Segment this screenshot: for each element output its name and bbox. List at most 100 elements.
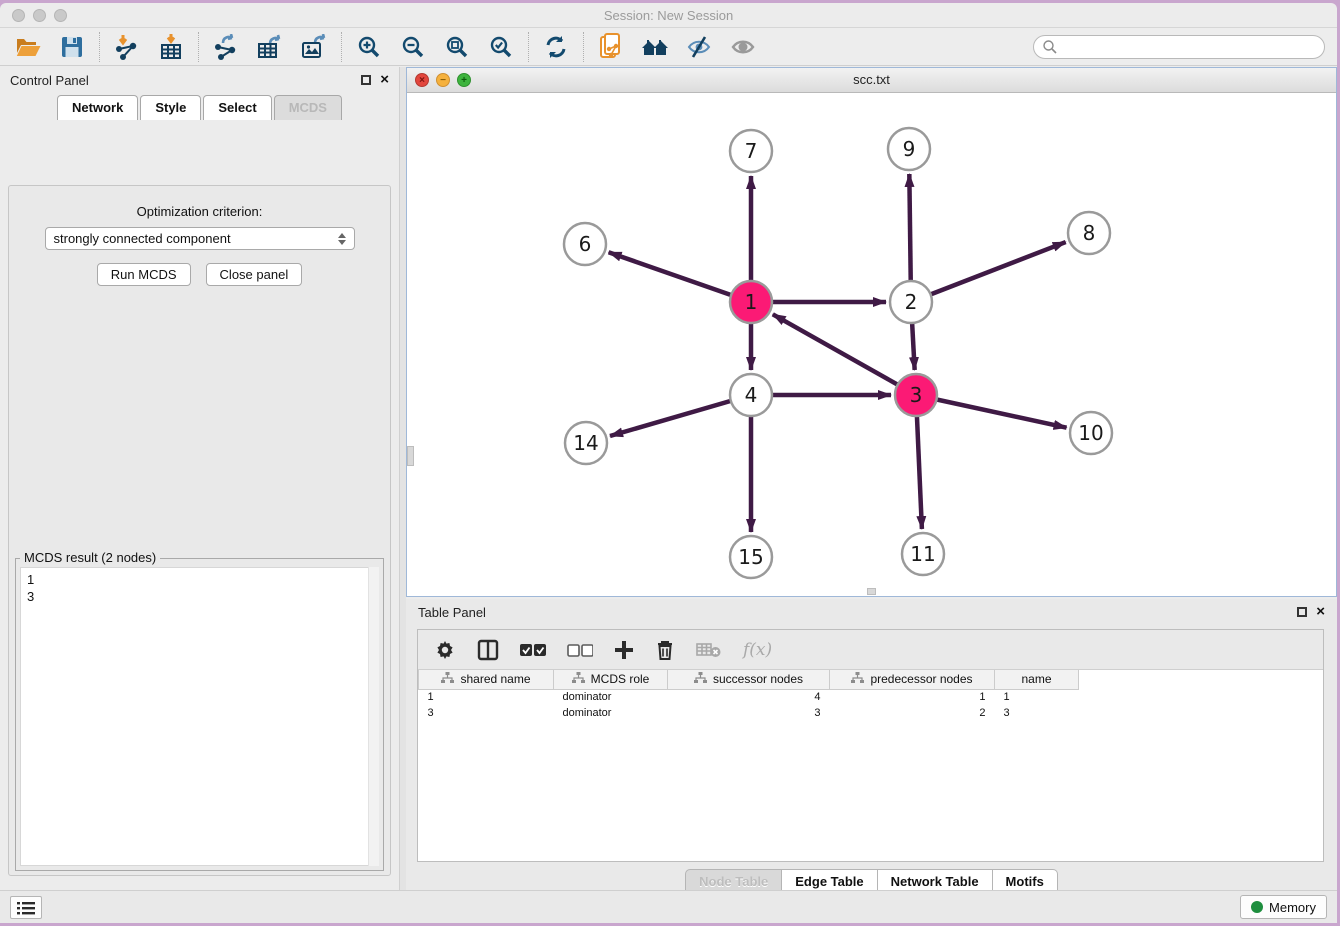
table-cell[interactable]: dominator (554, 689, 668, 705)
app-window: Session: New Session (0, 3, 1337, 923)
hide-selected-icon[interactable] (685, 34, 713, 60)
table-cell[interactable]: 1 (995, 689, 1079, 705)
network-maximize-button[interactable]: + (457, 73, 471, 87)
graph-edge-3-10[interactable] (916, 395, 1067, 428)
zoom-out-icon[interactable] (399, 34, 427, 60)
task-history-button[interactable] (10, 896, 42, 919)
table-cell[interactable]: 1 (419, 689, 554, 705)
graph-node-label: 8 (1083, 221, 1096, 245)
close-window-button[interactable] (12, 9, 25, 22)
minimize-window-button[interactable] (33, 9, 46, 22)
show-columns-icon[interactable] (477, 637, 499, 663)
list-icon (17, 901, 35, 915)
tab-select[interactable]: Select (203, 95, 271, 120)
splitter-grip-left[interactable] (407, 446, 414, 466)
network-canvas[interactable]: 1234678910111415 (407, 93, 1336, 596)
search-field[interactable] (1033, 35, 1325, 59)
window-controls (12, 9, 67, 22)
memory-button[interactable]: Memory (1240, 895, 1327, 919)
control-panel: Control Panel × Network Style Select MCD… (0, 67, 400, 890)
new-network-from-selection-icon[interactable] (597, 34, 625, 60)
show-all-icon[interactable] (729, 34, 757, 60)
table-cell[interactable]: 2 (830, 705, 995, 721)
refresh-layout-icon[interactable] (542, 34, 570, 60)
mcds-result-groupbox: MCDS result (2 nodes) 1 3 (15, 558, 384, 871)
tab-style[interactable]: Style (140, 95, 201, 120)
save-session-icon[interactable] (58, 34, 86, 60)
window-title: Session: New Session (0, 3, 1337, 28)
header-filler (1079, 670, 1324, 689)
graph-node-label: 2 (905, 290, 918, 314)
close-panel-icon[interactable]: × (380, 75, 389, 85)
memory-label: Memory (1269, 900, 1316, 915)
import-network-icon[interactable] (113, 34, 141, 60)
hierarchy-icon (572, 672, 585, 687)
table-header-row[interactable]: shared nameMCDS rolesuccessor nodesprede… (419, 670, 1324, 689)
graph-node-label: 14 (573, 431, 598, 455)
first-neighbors-icon[interactable] (641, 34, 669, 60)
run-mcds-button[interactable]: Run MCDS (97, 263, 191, 286)
export-image-icon[interactable] (300, 34, 328, 60)
import-table-icon[interactable] (157, 34, 185, 60)
column-header[interactable]: name (995, 670, 1079, 689)
network-close-button[interactable]: × (415, 73, 429, 87)
export-network-icon[interactable] (212, 34, 240, 60)
graph-node-label: 4 (745, 383, 758, 407)
graph-edge-3-1[interactable] (773, 314, 916, 395)
table-cell[interactable]: 3 (668, 705, 830, 721)
table-cell[interactable]: 1 (830, 689, 995, 705)
cell-filler (1079, 705, 1324, 721)
delete-column-icon[interactable] (655, 637, 675, 663)
search-input[interactable] (1064, 39, 1316, 54)
zoom-selected-icon[interactable] (487, 34, 515, 60)
network-minimize-button[interactable]: − (436, 73, 450, 87)
open-file-icon[interactable] (14, 34, 42, 60)
graph-node-label: 6 (579, 232, 592, 256)
network-view-window: × − + scc.txt 1234678910111415 (406, 67, 1337, 597)
table-cell[interactable]: dominator (554, 705, 668, 721)
table-panel: Table Panel × (406, 599, 1337, 890)
hierarchy-icon (441, 672, 454, 687)
optimization-criterion-select[interactable]: strongly connected component (45, 227, 355, 250)
column-header[interactable]: MCDS role (554, 670, 668, 689)
result-scrollbar[interactable] (368, 567, 379, 866)
export-table-icon[interactable] (256, 34, 284, 60)
table-cell[interactable]: 4 (668, 689, 830, 705)
zoom-in-icon[interactable] (355, 34, 383, 60)
tab-network[interactable]: Network (57, 95, 138, 120)
graph-node-label: 15 (738, 545, 763, 569)
graph-node-label: 9 (903, 137, 916, 161)
table-settings-icon[interactable] (434, 637, 456, 663)
splitter-grip-bottom[interactable] (867, 588, 876, 595)
tab-mcds[interactable]: MCDS (274, 95, 342, 120)
table-row[interactable]: 3dominator323 (419, 705, 1324, 721)
network-graph[interactable]: 1234678910111415 (407, 93, 1337, 596)
table-row[interactable]: 1dominator411 (419, 689, 1324, 705)
float-table-panel-icon[interactable] (1297, 607, 1307, 617)
main-toolbar (0, 28, 1337, 66)
graph-node-label: 11 (910, 542, 935, 566)
column-header[interactable]: predecessor nodes (830, 670, 995, 689)
table-cell[interactable]: 3 (419, 705, 554, 721)
graph-node-label: 3 (910, 383, 923, 407)
float-panel-icon[interactable] (361, 75, 371, 85)
control-panel-title: Control Panel (10, 73, 89, 88)
zoom-window-button[interactable] (54, 9, 67, 22)
deselect-all-icon[interactable] (567, 637, 593, 663)
table-cell[interactable]: 3 (995, 705, 1079, 721)
graph-node-label: 1 (745, 290, 758, 314)
add-column-icon[interactable] (614, 637, 634, 663)
graph-edge-2-8[interactable] (911, 242, 1066, 302)
close-table-panel-icon[interactable]: × (1316, 607, 1325, 617)
close-panel-button[interactable]: Close panel (206, 263, 303, 286)
column-header[interactable]: shared name (419, 670, 554, 689)
select-all-icon[interactable] (520, 637, 546, 663)
function-builder-icon: f(x) (743, 637, 772, 663)
column-header[interactable]: successor nodes (668, 670, 830, 689)
mcds-result-text[interactable]: 1 3 (20, 567, 379, 866)
graph-edge-1-6[interactable] (609, 252, 751, 302)
graph-node-label: 7 (745, 139, 758, 163)
cell-filler (1079, 689, 1324, 705)
zoom-fit-icon[interactable] (443, 34, 471, 60)
title-bar: Session: New Session (0, 3, 1337, 28)
